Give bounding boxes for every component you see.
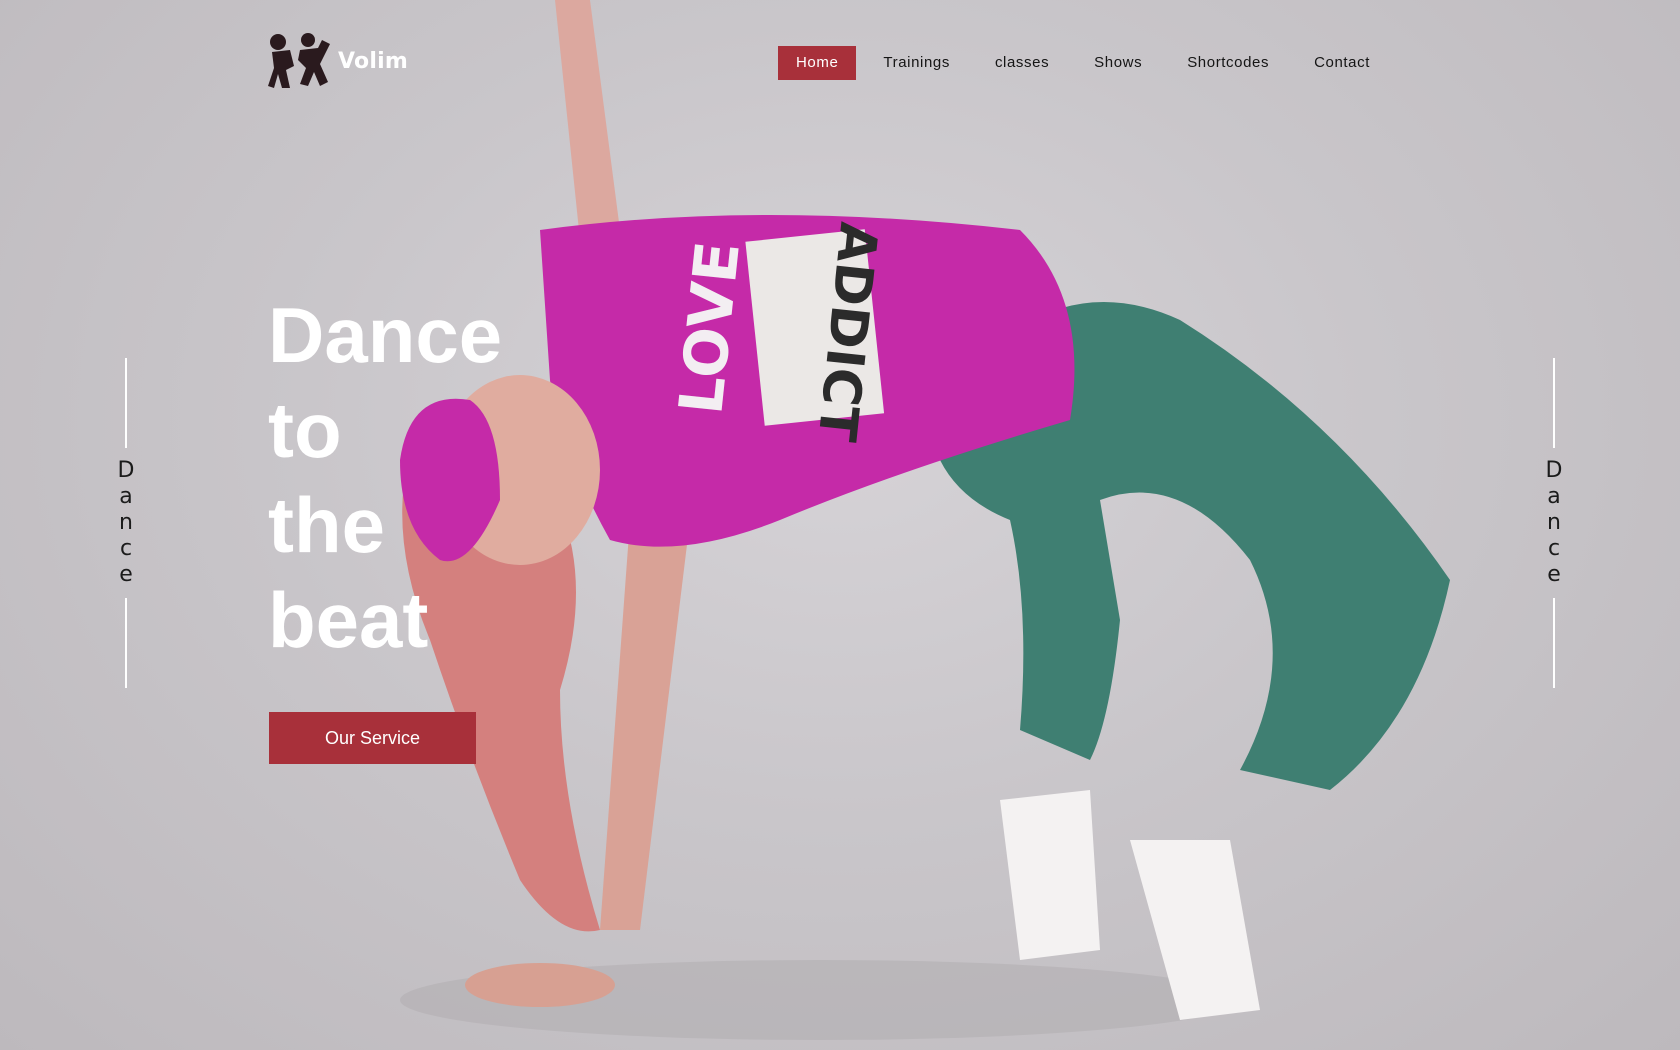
side-label-left: Dance	[114, 358, 138, 688]
side-label-letter: c	[119, 536, 133, 561]
nav-item-shows[interactable]: Shows	[1076, 46, 1160, 80]
hero-background-image: ADDICT LOVE	[400, 0, 1450, 1040]
headline-line: to	[268, 386, 342, 474]
divider	[1553, 358, 1555, 448]
side-label-text: Dance	[118, 458, 135, 588]
headline-line: beat	[268, 576, 429, 664]
side-label-letter: D	[1545, 458, 1563, 483]
side-label-letter: a	[1547, 484, 1561, 509]
divider	[1553, 598, 1555, 688]
side-label-text: Dance	[1546, 458, 1563, 588]
divider	[125, 358, 127, 448]
main-navigation: Home Trainings classes Shows Shortcodes …	[769, 46, 1388, 80]
nav-item-classes[interactable]: classes	[977, 46, 1067, 80]
nav-item-shortcodes[interactable]: Shortcodes	[1169, 46, 1287, 80]
side-label-letter: e	[1547, 562, 1561, 587]
brand-logo[interactable]: Volim	[268, 30, 408, 92]
our-service-button[interactable]: Our Service	[269, 712, 476, 764]
side-label-letter: D	[117, 458, 135, 483]
nav-item-home[interactable]: Home	[777, 46, 857, 80]
brand-name: Volim	[338, 48, 408, 74]
two-dancers-icon	[268, 33, 330, 88]
nav-item-trainings[interactable]: Trainings	[865, 46, 968, 80]
side-label-right: Dance	[1542, 358, 1566, 688]
side-label-letter: n	[119, 510, 133, 535]
nav-item-contact[interactable]: Contact	[1296, 46, 1388, 80]
side-label-letter: n	[1547, 510, 1561, 535]
hero-headline: Dance to the beat	[268, 288, 568, 668]
headline-line: the	[268, 481, 385, 569]
headline-line: Dance	[268, 291, 503, 379]
side-label-letter: e	[119, 562, 133, 587]
divider	[125, 598, 127, 688]
side-label-letter: c	[1547, 536, 1561, 561]
side-label-letter: a	[119, 484, 133, 509]
